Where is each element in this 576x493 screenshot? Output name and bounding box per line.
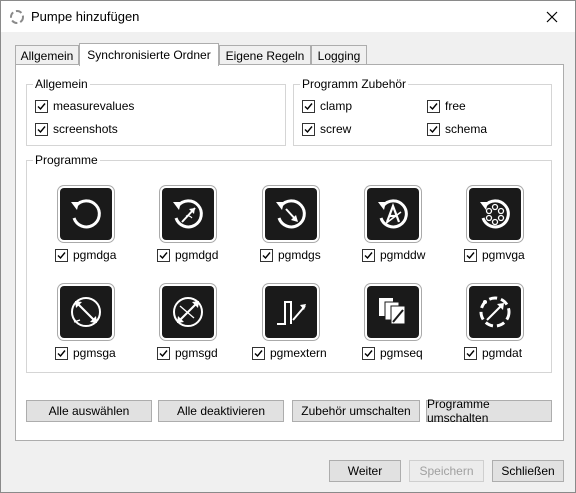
checkbox-schema[interactable]: schema xyxy=(427,122,487,136)
checkbox-label: pgmseq xyxy=(380,346,423,360)
checkbox-box[interactable] xyxy=(157,346,170,360)
checkbox-label: clamp xyxy=(320,99,353,113)
checkmark-icon xyxy=(364,251,373,259)
deactivate-all-button[interactable]: Alle deaktivieren xyxy=(158,400,284,422)
dialog-window: Pumpe hinzufügen Allgemein Synchronisier… xyxy=(0,0,576,493)
title-bar: Pumpe hinzufügen xyxy=(1,1,575,32)
close-button[interactable]: Schließen xyxy=(492,460,564,482)
toggle-programs-button[interactable]: Programme umschalten xyxy=(426,397,552,425)
ring-diagonal-arrow-icon[interactable] xyxy=(162,188,214,240)
app-icon xyxy=(9,9,25,25)
checkbox-label: screenshots xyxy=(53,122,118,136)
tab-panel: Allgemein measurevalues screenshots Prog… xyxy=(15,64,564,441)
step-arrow-icon[interactable] xyxy=(265,286,317,338)
checkbox-pgmdga[interactable]: pgmdga xyxy=(55,248,116,262)
checkbox-label: pgmsga xyxy=(73,346,116,360)
checkbox-box[interactable] xyxy=(464,346,477,360)
toggle-accessories-button[interactable]: Zubehör umschalten xyxy=(292,400,420,422)
tab-allgemein[interactable]: Allgemein xyxy=(15,45,79,65)
checkbox-box[interactable] xyxy=(302,99,315,113)
checkbox-box[interactable] xyxy=(35,99,48,113)
checkbox-label: pgmddw xyxy=(380,248,426,262)
checkbox-label: pgmdgd xyxy=(175,248,219,262)
zubehoer-group-title: Programm Zubehör xyxy=(300,77,409,91)
ring-crossed-arrows-icon[interactable] xyxy=(162,286,214,338)
tab-eigene-regeln[interactable]: Eigene Regeln xyxy=(219,45,311,65)
checkbox-box[interactable] xyxy=(55,346,68,360)
window-title: Pumpe hinzufügen xyxy=(31,9,140,24)
tab-synchronisierte-ordner[interactable]: Synchronisierte Ordner xyxy=(79,43,219,66)
checkbox-measurevalues[interactable]: measurevalues xyxy=(35,99,134,113)
next-button[interactable]: Weiter xyxy=(329,460,401,482)
checkmark-icon xyxy=(262,251,271,259)
checkbox-box[interactable] xyxy=(55,248,68,262)
checkbox-label: pgmsgd xyxy=(175,346,218,360)
checkbox-label: pgmvga xyxy=(482,248,525,262)
checkbox-label: pgmdgs xyxy=(278,248,321,262)
checkbox-box[interactable] xyxy=(252,346,265,360)
checkbox-pgmextern[interactable]: pgmextern xyxy=(252,346,327,360)
checkmark-icon xyxy=(37,125,46,133)
checkbox-box[interactable] xyxy=(157,248,170,262)
checkbox-box[interactable] xyxy=(362,248,375,262)
checkbox-label: screw xyxy=(320,122,352,136)
checkbox-pgmdat[interactable]: pgmdat xyxy=(464,346,522,360)
checkbox-label: schema xyxy=(445,122,488,136)
checkbox-pgmsgd[interactable]: pgmsgd xyxy=(157,346,218,360)
checkmark-icon xyxy=(159,349,168,357)
tab-logging[interactable]: Logging xyxy=(311,45,367,65)
checkbox-pgmsga[interactable]: pgmsga xyxy=(55,346,116,360)
ring-arrow-icon[interactable] xyxy=(60,188,112,240)
window-close-button[interactable] xyxy=(529,1,575,32)
zubehoer-group: Programm Zubehör clamp free screw schema xyxy=(293,77,552,146)
select-all-button[interactable]: Alle auswählen xyxy=(26,400,152,422)
checkbox-pgmdgs[interactable]: pgmdgs xyxy=(260,248,321,262)
checkmark-icon xyxy=(304,102,313,110)
checkbox-box[interactable] xyxy=(464,248,477,262)
checkmark-icon xyxy=(429,102,438,110)
checkmark-icon xyxy=(57,251,66,259)
checkbox-pgmvga[interactable]: pgmvga xyxy=(464,248,525,262)
checkmark-icon xyxy=(466,349,475,357)
dashed-ring-icon[interactable] xyxy=(469,286,521,338)
ring-dots-icon[interactable] xyxy=(469,188,521,240)
checkmark-icon xyxy=(37,102,46,110)
checkbox-screw[interactable]: screw xyxy=(302,122,351,136)
allgemein-group: Allgemein measurevalues screenshots xyxy=(26,77,286,146)
checkbox-label: free xyxy=(445,99,466,113)
checkmark-icon xyxy=(429,125,438,133)
checkmark-icon xyxy=(364,349,373,357)
ring-double-arrow-icon[interactable] xyxy=(60,286,112,338)
checkbox-free[interactable]: free xyxy=(427,99,466,113)
checkbox-pgmseq[interactable]: pgmseq xyxy=(362,346,423,360)
checkbox-box[interactable] xyxy=(427,122,440,136)
checkbox-box[interactable] xyxy=(35,122,48,136)
checkbox-label: pgmextern xyxy=(270,346,327,360)
programme-group-title: Programme xyxy=(33,153,100,167)
ring-down-arrow-icon[interactable] xyxy=(265,188,317,240)
programme-group: Programme pgmdga pgmdgd pgmdgs pgmddw pg… xyxy=(26,153,552,373)
checkbox-box[interactable] xyxy=(260,248,273,262)
checkbox-box[interactable] xyxy=(302,122,315,136)
checkbox-clamp[interactable]: clamp xyxy=(302,99,352,113)
checkmark-icon xyxy=(304,125,313,133)
checkbox-pgmddw[interactable]: pgmddw xyxy=(362,248,425,262)
save-button[interactable]: Speichern xyxy=(409,460,484,482)
checkbox-pgmdgd[interactable]: pgmdgd xyxy=(157,248,218,262)
checkmark-icon xyxy=(466,251,475,259)
checkmark-icon xyxy=(254,349,263,357)
stacked-cards-icon[interactable] xyxy=(367,286,419,338)
checkmark-icon xyxy=(159,251,168,259)
checkbox-label: pgmdat xyxy=(482,346,523,360)
checkmark-icon xyxy=(57,349,66,357)
checkbox-screenshots[interactable]: screenshots xyxy=(35,122,118,136)
checkbox-label: measurevalues xyxy=(53,99,135,113)
allgemein-group-title: Allgemein xyxy=(33,77,90,91)
checkbox-box[interactable] xyxy=(427,99,440,113)
close-icon xyxy=(546,11,558,22)
ring-letter-a-icon[interactable] xyxy=(367,188,419,240)
checkbox-box[interactable] xyxy=(362,346,375,360)
checkbox-label: pgmdga xyxy=(73,248,117,262)
